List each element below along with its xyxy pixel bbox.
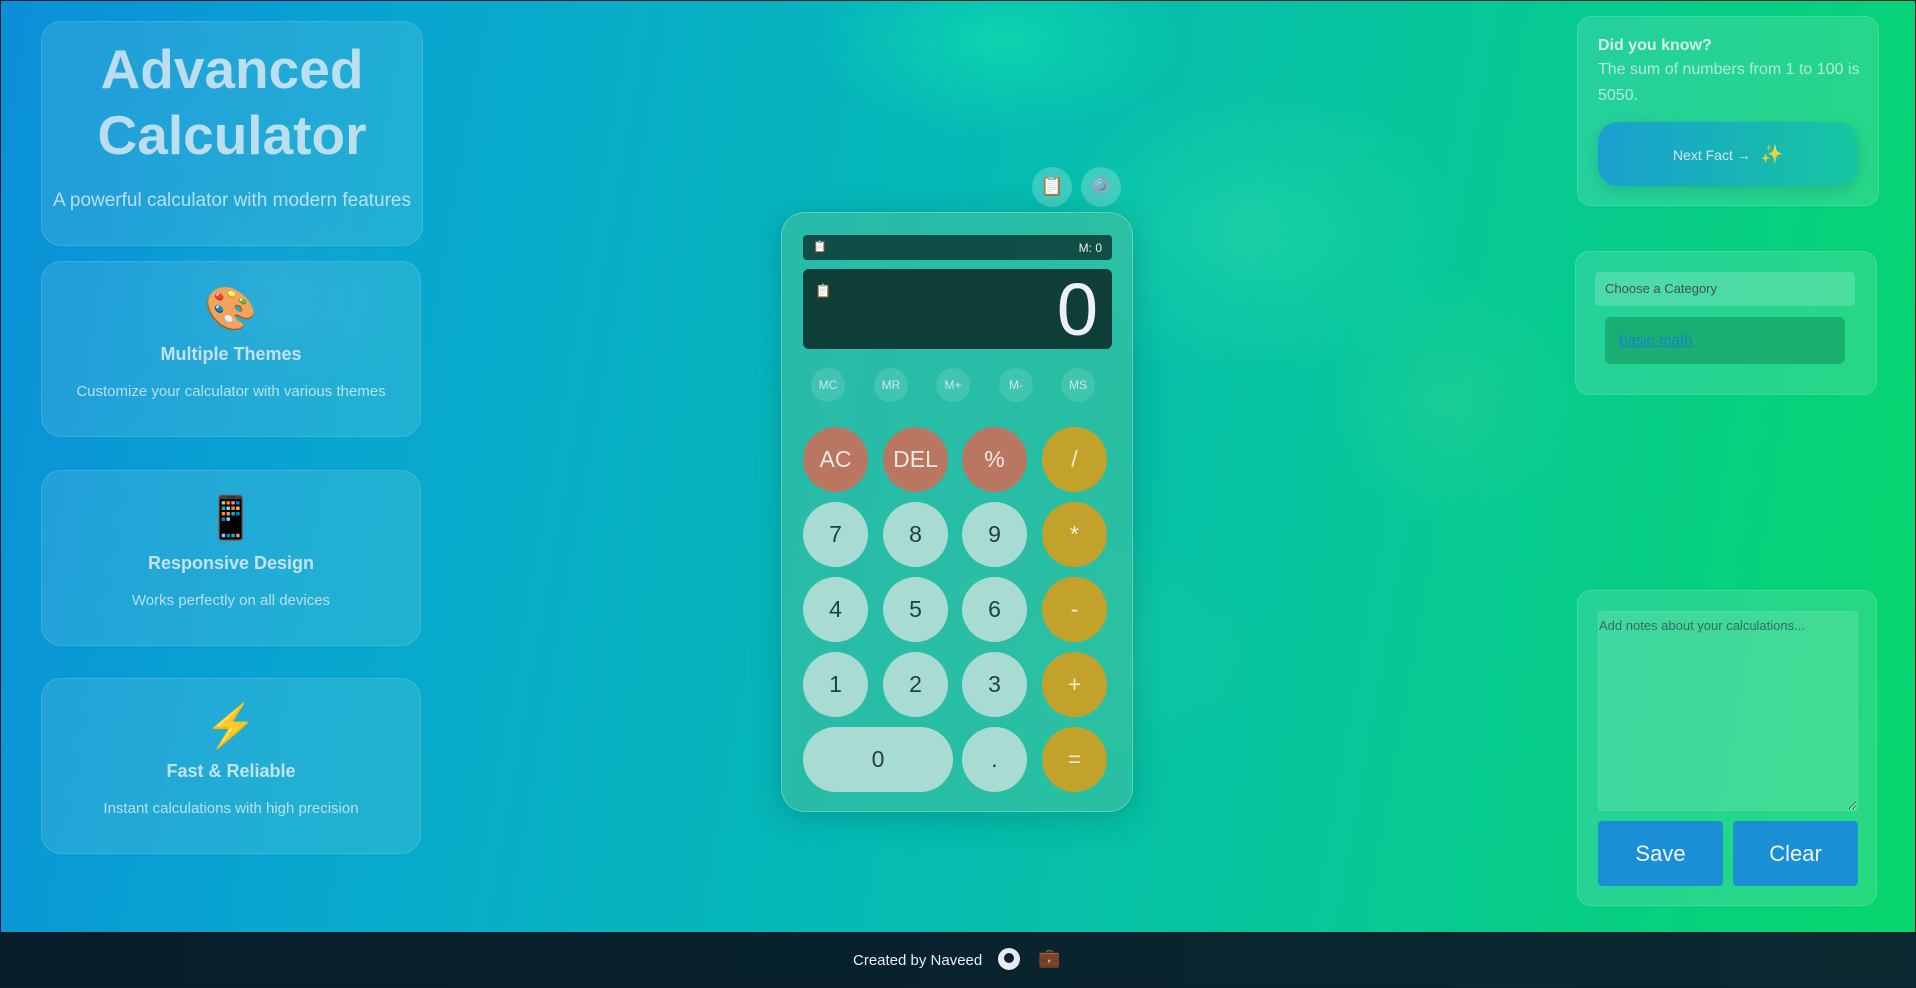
fact-card: Did you know? The sum of numbers from 1 … [1577, 16, 1879, 206]
feature-title: Responsive Design [147, 553, 315, 573]
feature-card-responsive: 📱 Responsive Design Works perfectly on a… [41, 470, 421, 646]
digit-2-button[interactable]: 2 [883, 652, 948, 717]
notes-textarea[interactable] [1598, 611, 1858, 811]
title-line-1: Advanced [100, 38, 364, 100]
digit-8-button[interactable]: 8 [883, 502, 948, 567]
palette-icon: 🎨 [204, 285, 258, 332]
digit-7-button[interactable]: 7 [803, 502, 868, 567]
footer: Created by Naveed 💼 [0, 932, 1916, 988]
feature-card-themes: 🎨 Multiple Themes Customize your calcula… [41, 261, 421, 437]
footer-credit: Created by Naveed [853, 952, 983, 969]
category-option-basic-math[interactable]: basic-math [1605, 317, 1845, 364]
decimal-button[interactable]: . [962, 727, 1027, 792]
multiply-button[interactable]: * [1042, 502, 1107, 567]
digit-6-button[interactable]: 6 [962, 577, 1027, 642]
memory-value: M: 0 [1078, 241, 1102, 255]
digit-5-button[interactable]: 5 [883, 577, 948, 642]
hero-card: Advanced Calculator A powerful calculato… [41, 21, 423, 246]
history-button[interactable]: 📋 [1032, 167, 1072, 207]
add-button[interactable]: + [1042, 652, 1107, 717]
fact-text: The sum of numbers from 1 to 100 is 5050… [1598, 61, 1860, 104]
clipboard-icon: 📋 [813, 241, 827, 253]
clear-notes-button[interactable]: Clear [1733, 821, 1858, 886]
feature-title: Fast & Reliable [166, 761, 296, 781]
digit-9-button[interactable]: 9 [962, 502, 1027, 567]
gear-icon: ⚙️ [1089, 176, 1113, 197]
page-title: Advanced Calculator [42, 36, 422, 168]
clipboard-icon: 📋 [1040, 176, 1064, 197]
save-notes-button[interactable]: Save [1598, 821, 1723, 886]
briefcase-icon[interactable]: 💼 [1038, 948, 1060, 969]
digit-0-button[interactable]: 0 [803, 727, 953, 792]
settings-button[interactable]: ⚙️ [1081, 167, 1121, 207]
category-select-label[interactable]: Choose a Category [1595, 272, 1855, 306]
feature-card-fast: ⚡ Fast & Reliable Instant calculations w… [41, 678, 421, 854]
calculator: 📋 M: 0 📋 0 MC MR M+ M- MS AC DEL % / 7 8… [781, 212, 1133, 812]
next-fact-button[interactable]: Next Fact → ✨ [1598, 122, 1858, 186]
title-line-2: Calculator [97, 104, 367, 166]
lightning-icon: ⚡ [204, 702, 258, 749]
feature-description: Instant calculations with high precision [103, 800, 359, 817]
display-value: 0 [1056, 268, 1098, 351]
notes-card: Save Clear [1577, 590, 1877, 906]
next-fact-label: Next Fact → [1672, 147, 1751, 163]
feature-description: Customize your calculator with various t… [76, 383, 386, 400]
copy-icon[interactable]: 📋 [815, 283, 831, 299]
digit-3-button[interactable]: 3 [962, 652, 1027, 717]
mc-button[interactable]: MC [811, 368, 845, 402]
subtract-button[interactable]: - [1042, 577, 1107, 642]
calculator-display: 📋 0 [803, 269, 1112, 349]
clear-all-button[interactable]: AC [803, 427, 868, 492]
m-minus-button[interactable]: M- [999, 368, 1033, 402]
sparkles-icon: ✨ [1760, 144, 1784, 164]
feature-description: Works perfectly on all devices [131, 592, 331, 609]
m-plus-button[interactable]: M+ [936, 368, 970, 402]
delete-button[interactable]: DEL [883, 427, 948, 492]
ms-button[interactable]: MS [1061, 368, 1095, 402]
category-card: Choose a Category basic-math [1575, 251, 1877, 395]
percent-button[interactable]: % [962, 427, 1027, 492]
mobile-phone-icon: 📱 [204, 494, 258, 541]
equals-button[interactable]: = [1042, 727, 1107, 792]
feature-title: Multiple Themes [160, 344, 302, 364]
github-icon[interactable] [998, 948, 1020, 970]
mr-button[interactable]: MR [874, 368, 908, 402]
memory-indicator: 📋 M: 0 [803, 235, 1112, 260]
digit-4-button[interactable]: 4 [803, 577, 868, 642]
page-subtitle: A powerful calculator with modern featur… [52, 190, 411, 211]
divide-button[interactable]: / [1042, 427, 1107, 492]
fact-heading: Did you know? [1598, 37, 1712, 54]
digit-1-button[interactable]: 1 [803, 652, 868, 717]
